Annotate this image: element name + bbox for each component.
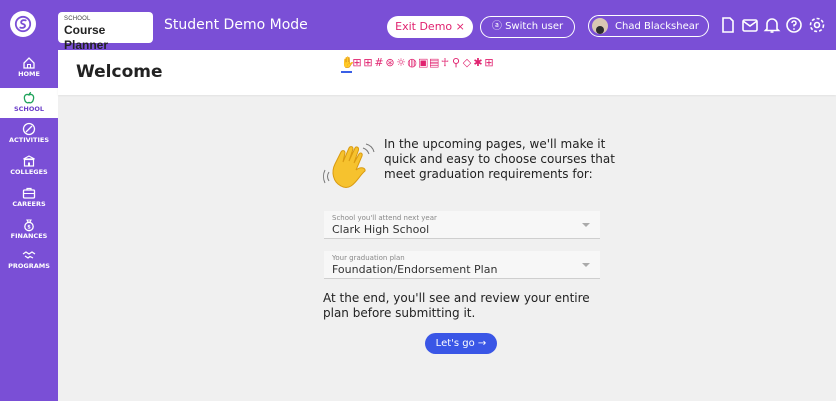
- sidebar-item-label: CAREERS: [12, 200, 46, 208]
- step-icon[interactable]: ▣: [418, 56, 429, 69]
- mode-title: Student Demo Mode: [164, 17, 308, 33]
- sidebar-item-label: PROGRAMS: [8, 262, 50, 270]
- app-name: Course Planner: [64, 23, 109, 52]
- app-logo-icon[interactable]: [10, 11, 36, 37]
- sidebar-item-finances[interactable]: $ FINANCES: [0, 218, 58, 248]
- gear-icon[interactable]: [808, 16, 826, 34]
- user-menu-button[interactable]: Chad Blackshear: [588, 15, 709, 37]
- step-progress-icons: ✋⊞⊞#⊛☼◍▣▤☥ ⚲ ◇✱⊞: [341, 56, 495, 73]
- step-icon[interactable]: ⊞: [352, 56, 363, 69]
- sidebar-item-colleges[interactable]: COLLEGES: [0, 154, 58, 184]
- main-content: Welcome ✋⊞⊞#⊛☼◍▣▤☥ ⚲ ◇✱⊞ In the upcoming p…: [58, 50, 836, 401]
- step-icon[interactable]: ◇: [462, 56, 473, 69]
- end-note-text: At the end, you'll see and review your e…: [323, 291, 590, 320]
- chevron-down-icon: [582, 263, 590, 267]
- avatar: [592, 18, 608, 34]
- sidebar-item-careers[interactable]: CAREERS: [0, 186, 58, 216]
- school-select-value: Clark High School: [332, 223, 430, 236]
- sidebar-item-label: HOME: [18, 70, 40, 78]
- page-title: Welcome: [76, 62, 163, 82]
- sidebar-item-label: ACTIVITIES: [8, 136, 50, 144]
- sidebar-item-activities[interactable]: ACTIVITIES: [0, 122, 58, 152]
- step-icon[interactable]: ⊞: [484, 56, 495, 69]
- step-icon[interactable]: ✱: [473, 56, 484, 69]
- step-icon[interactable]: ☥: [440, 56, 451, 69]
- app-switcher[interactable]: SCHOOL Course Planner: [58, 12, 153, 52]
- lets-go-button[interactable]: Let's go →: [425, 333, 497, 354]
- switch-user-label: Switch user: [505, 21, 564, 32]
- school-select-label: School you'll attend next year: [332, 214, 437, 222]
- user-name: Chad Blackshear: [615, 21, 699, 32]
- sidebar-item-school[interactable]: SCHOOL: [0, 88, 58, 118]
- chevron-down-icon: [582, 223, 590, 227]
- step-icon[interactable]: ▤: [429, 56, 440, 69]
- home-icon: [23, 57, 35, 69]
- document-icon[interactable]: [719, 16, 737, 34]
- briefcase-icon: [22, 187, 36, 199]
- exit-demo-button[interactable]: Exit Demo ×: [387, 16, 473, 38]
- sidebar-item-label: COLLEGES: [10, 168, 48, 176]
- step-icon[interactable]: ☼: [396, 56, 407, 69]
- mail-icon[interactable]: [741, 16, 759, 34]
- step-icon[interactable]: ⊛: [385, 56, 396, 69]
- activities-icon: [22, 122, 36, 136]
- step-icon[interactable]: #: [374, 56, 385, 69]
- step-icon[interactable]: ◍: [407, 56, 418, 69]
- user-circle-icon: ⓐ: [491, 21, 506, 32]
- intro-text: In the upcoming pages, we'll make it qui…: [384, 137, 615, 181]
- step-icon[interactable]: ⚲: [451, 56, 462, 69]
- apple-icon: [23, 91, 35, 104]
- sidebar-item-programs[interactable]: PROGRAMS: [0, 248, 58, 278]
- handshake-icon: [22, 251, 36, 259]
- sidebar-item-label: SCHOOL: [13, 105, 45, 113]
- step-icon[interactable]: ⊞: [363, 56, 374, 69]
- waving-hand-icon: [323, 143, 375, 188]
- school-select[interactable]: School you'll attend next year Clark Hig…: [324, 211, 600, 239]
- page-header: Welcome ✋⊞⊞#⊛☼◍▣▤☥ ⚲ ◇✱⊞: [58, 50, 836, 95]
- top-bar: SCHOOL Course Planner Student Demo Mode …: [0, 0, 836, 52]
- switch-user-button[interactable]: ⓐ Switch user: [480, 16, 575, 38]
- sidebar-item-label: FINANCES: [10, 232, 48, 240]
- graduation-plan-value: Foundation/Endorsement Plan: [332, 263, 498, 276]
- college-icon: [23, 155, 35, 167]
- app-category-label: SCHOOL: [64, 16, 91, 22]
- step-wave-icon[interactable]: ✋: [341, 56, 355, 73]
- sidebar-item-home[interactable]: HOME: [0, 56, 58, 86]
- bell-icon[interactable]: [763, 16, 781, 34]
- sidebar-nav: HOME SCHOOL ACTIVITIES COLLEGES CAREERS …: [0, 50, 58, 401]
- svg-text:$: $: [27, 225, 31, 231]
- money-bag-icon: $: [24, 219, 34, 232]
- graduation-plan-select[interactable]: Your graduation plan Foundation/Endorsem…: [324, 251, 600, 279]
- help-icon[interactable]: [785, 16, 803, 34]
- graduation-plan-label: Your graduation plan: [332, 254, 405, 262]
